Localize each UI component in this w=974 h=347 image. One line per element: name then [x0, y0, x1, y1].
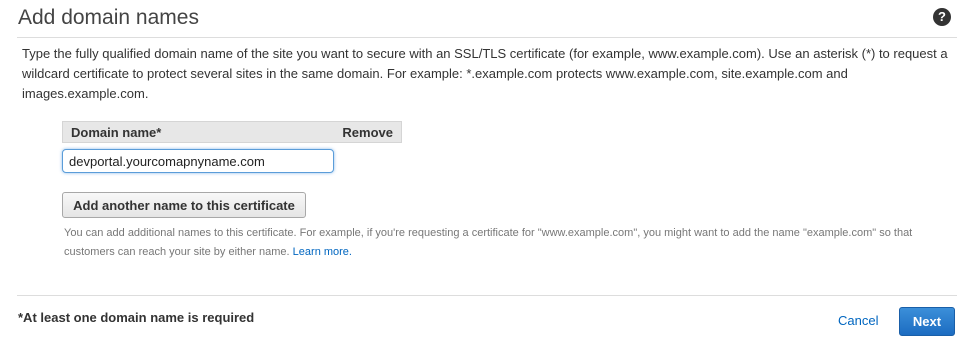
next-button[interactable]: Next	[899, 307, 955, 336]
remove-column-header: Remove	[342, 124, 393, 140]
required-note: *At least one domain name is required	[18, 310, 255, 325]
domain-table: Domain name* Remove	[62, 121, 402, 143]
learn-more-link[interactable]: Learn more.	[293, 246, 352, 258]
hint-text: You can add additional names to this cer…	[64, 224, 944, 262]
page-title: Add domain names	[18, 6, 199, 29]
hint-body: You can add additional names to this cer…	[64, 227, 913, 258]
title-divider	[17, 37, 957, 38]
footer-divider	[17, 295, 957, 296]
domain-name-column-header: Domain name*	[71, 124, 162, 140]
cancel-link[interactable]: Cancel	[838, 313, 878, 328]
table-header: Domain name* Remove	[62, 121, 402, 143]
help-icon[interactable]: ?	[933, 8, 951, 26]
domain-name-input[interactable]	[62, 149, 334, 173]
intro-text: Type the fully qualified domain name of …	[22, 46, 948, 101]
add-another-name-button[interactable]: Add another name to this certificate	[62, 192, 306, 218]
